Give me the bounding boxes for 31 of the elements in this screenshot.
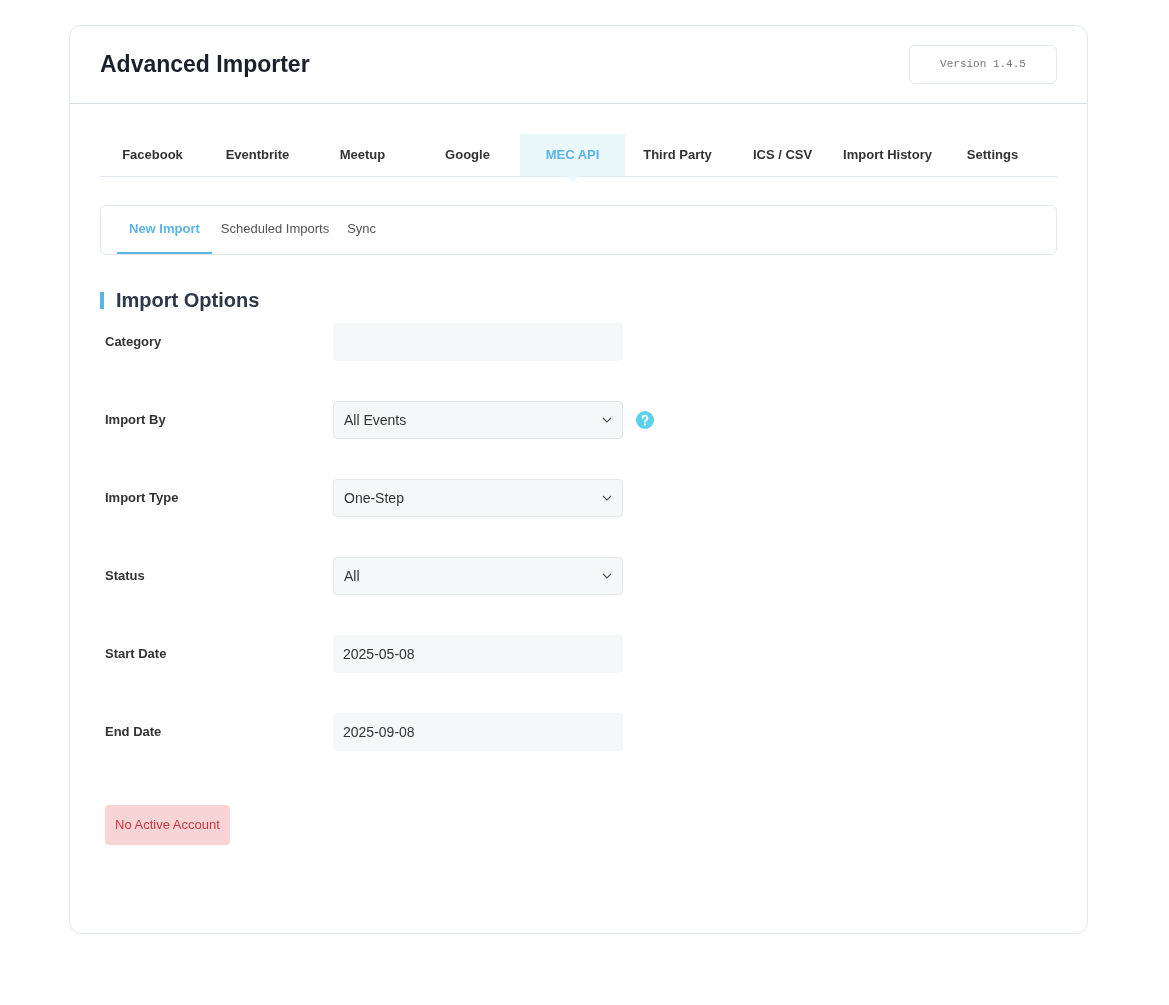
field-label: Start Date [105,645,168,664]
page-title: Advanced Importer [100,50,310,80]
tab[interactable]: Eventbrite [205,134,310,176]
tab[interactable]: Meetup [310,134,415,176]
version-badge: Version 1.4.5 [909,45,1057,84]
tab[interactable]: ICS / CSV [730,134,835,176]
tab[interactable]: Third Party [625,134,730,176]
field-label: End Date [105,723,163,742]
alert-message: No Active Account [105,805,230,845]
tab-pointer-icon [566,176,579,182]
field-label: Category [105,333,163,352]
accent-bar [100,291,104,309]
input-field[interactable]: 2025-09-08 [333,713,623,751]
tab[interactable]: Import History [835,134,940,176]
field-label: Import By [105,411,167,430]
input-field[interactable]: 2025-05-08 [333,635,623,673]
field-label: Status [105,567,146,586]
help-icon[interactable] [636,411,654,429]
section-heading: Import Options [116,288,260,313]
field-label: Import Type [105,489,180,508]
dropdown[interactable]: One-Step [333,479,623,517]
subtab[interactable]: Scheduled Imports [211,206,339,254]
dropdown[interactable]: All [333,557,623,595]
chevron-down-icon [602,495,612,501]
tab[interactable]: Settings [940,134,1045,176]
tab[interactable]: Google [415,134,520,176]
chevron-down-icon [602,573,612,579]
subtab[interactable]: Sync [338,206,386,254]
chevron-down-icon [602,417,612,423]
tab[interactable]: Facebook [100,134,205,176]
dropdown[interactable]: All Events [333,401,623,439]
